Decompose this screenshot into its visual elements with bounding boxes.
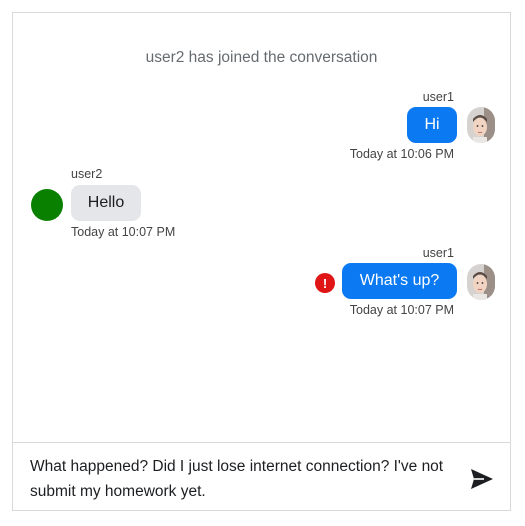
message-sender: user1 <box>422 246 454 260</box>
message-bubble[interactable]: Hello <box>71 185 141 221</box>
message-bubble[interactable]: Hi <box>407 107 457 143</box>
message-bubble[interactable]: What's up? <box>342 263 457 299</box>
message-composer: What happened? Did I just lose internet … <box>13 442 510 511</box>
message-timestamp: Today at 10:07 PM <box>349 303 454 317</box>
message-timestamp: Today at 10:07 PM <box>71 225 176 239</box>
system-message: user2 has joined the conversation <box>145 49 378 66</box>
message-input[interactable]: What happened? Did I just lose internet … <box>30 454 470 504</box>
user1-avatar[interactable] <box>467 107 495 143</box>
message-sender: user1 <box>422 90 454 104</box>
message-sender: user2 <box>71 167 103 181</box>
chat-window: user2 has joined the conversation user1 … <box>12 12 511 511</box>
user1-avatar[interactable] <box>467 264 495 300</box>
error-icon[interactable]: ! <box>315 273 335 293</box>
message-timestamp: Today at 10:06 PM <box>349 147 454 161</box>
user2-avatar[interactable] <box>31 189 63 221</box>
send-icon[interactable] <box>470 468 494 490</box>
